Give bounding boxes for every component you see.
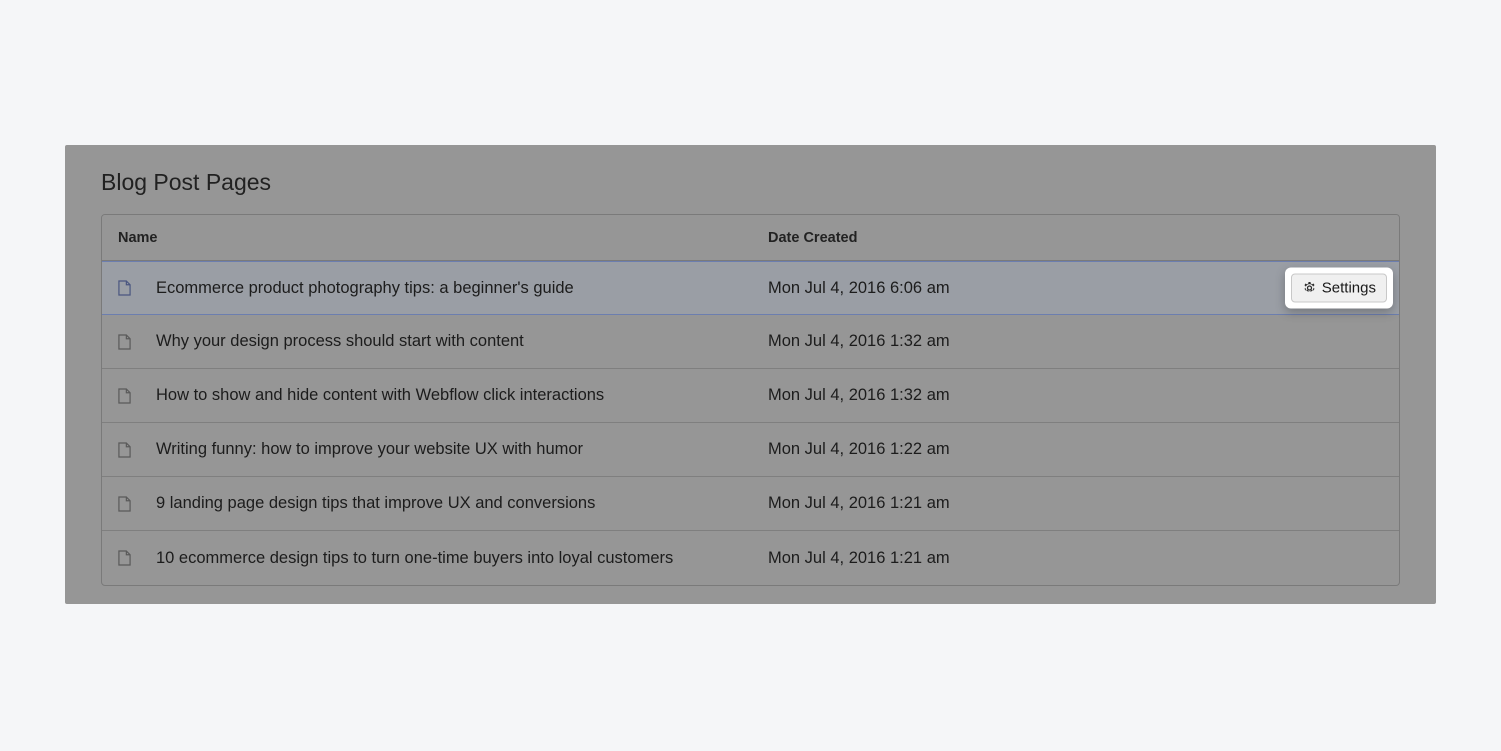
settings-popover: Settings xyxy=(1285,268,1393,309)
page-date: Mon Jul 4, 2016 1:22 am xyxy=(768,440,1383,459)
col-header-date[interactable]: Date Created xyxy=(768,230,1383,246)
col-header-name[interactable]: Name xyxy=(118,230,768,246)
page-icon xyxy=(118,280,156,296)
page-date: Mon Jul 4, 2016 1:32 am xyxy=(768,332,1383,351)
gear-icon xyxy=(1302,281,1317,296)
pages-table: Name Date Created Ecommerce product phot… xyxy=(101,214,1400,586)
page-icon xyxy=(118,334,156,350)
page-name: Ecommerce product photography tips: a be… xyxy=(156,279,768,298)
table-row[interactable]: Writing funny: how to improve your websi… xyxy=(102,423,1399,477)
page-date: Mon Jul 4, 2016 1:21 am xyxy=(768,494,1383,513)
panel-title: Blog Post Pages xyxy=(101,169,1400,196)
settings-label: Settings xyxy=(1322,280,1376,297)
page-name: 10 ecommerce design tips to turn one-tim… xyxy=(156,549,768,568)
table-row[interactable]: Why your design process should start wit… xyxy=(102,315,1399,369)
table-row[interactable]: 9 landing page design tips that improve … xyxy=(102,477,1399,531)
page-icon xyxy=(118,496,156,512)
table-row[interactable]: How to show and hide content with Webflo… xyxy=(102,369,1399,423)
page-date: Mon Jul 4, 2016 1:21 am xyxy=(768,549,1383,568)
page-name: Writing funny: how to improve your websi… xyxy=(156,440,768,459)
page-icon xyxy=(118,442,156,458)
table-row[interactable]: Ecommerce product photography tips: a be… xyxy=(102,261,1399,315)
settings-button[interactable]: Settings xyxy=(1291,274,1387,303)
table-body: Ecommerce product photography tips: a be… xyxy=(102,261,1399,585)
page-name: How to show and hide content with Webflo… xyxy=(156,386,768,405)
page-name: Why your design process should start wit… xyxy=(156,332,768,351)
table-row[interactable]: 10 ecommerce design tips to turn one-tim… xyxy=(102,531,1399,585)
page-date: Mon Jul 4, 2016 1:32 am xyxy=(768,386,1383,405)
table-header: Name Date Created xyxy=(102,215,1399,261)
page-icon xyxy=(118,388,156,404)
page-icon xyxy=(118,550,156,566)
blog-pages-panel: Blog Post Pages Name Date Created Ecomme… xyxy=(65,145,1436,604)
page-name: 9 landing page design tips that improve … xyxy=(156,494,768,513)
